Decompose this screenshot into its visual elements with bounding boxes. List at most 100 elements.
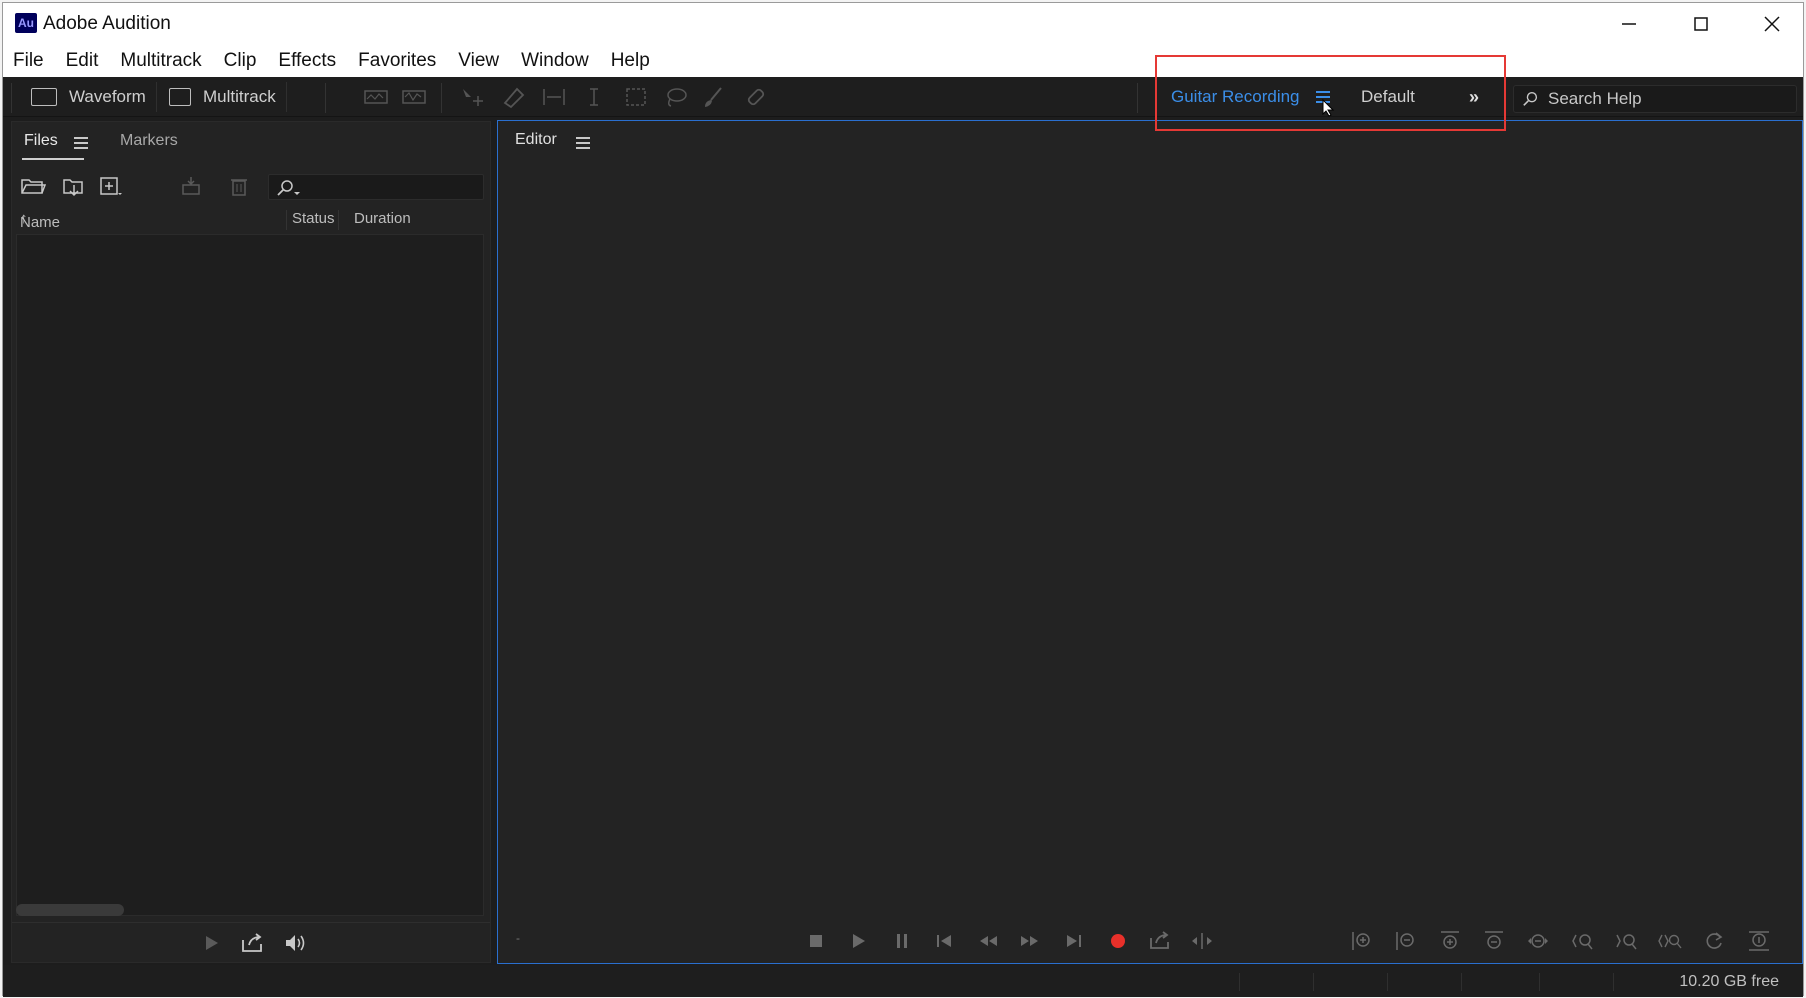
workspace-active-label: Guitar Recording	[1171, 87, 1300, 106]
stop-icon[interactable]	[802, 927, 830, 955]
menu-help[interactable]: Help	[611, 50, 650, 72]
toolbar-divider	[1137, 83, 1138, 113]
menu-file[interactable]: File	[13, 50, 44, 72]
zoom-out-full-icon[interactable]	[1524, 927, 1552, 955]
app-logo: Au	[15, 13, 37, 33]
file-list-header: Name ↑ Status Duration	[12, 206, 490, 232]
zoom-to-selection-end-icon[interactable]	[1612, 927, 1640, 955]
spot-healing-tool-icon[interactable]	[743, 85, 769, 109]
title-bar: Au Adobe Audition	[3, 3, 1803, 45]
play-preview-icon[interactable]	[198, 931, 224, 955]
rewind-icon[interactable]	[974, 927, 1002, 955]
editor-title: Editor	[515, 131, 557, 148]
files-preview-transport	[12, 922, 490, 962]
waveform-label: Waveform	[69, 87, 146, 106]
menu-favorites[interactable]: Favorites	[358, 50, 436, 72]
chevron-double-right-icon: »	[1469, 86, 1480, 107]
zoom-reset-icon[interactable]	[1700, 927, 1728, 955]
toolbar: Waveform Multitrack Guitar Recording Def…	[3, 77, 1803, 117]
close-button[interactable]	[1736, 3, 1806, 45]
disk-free-space: 10.20 GB free	[1679, 973, 1779, 990]
razor-tool-icon[interactable]	[501, 85, 527, 109]
zoom-in-amplitude-icon[interactable]	[1348, 927, 1376, 955]
maximize-button[interactable]	[1665, 3, 1737, 45]
pause-icon[interactable]	[888, 927, 916, 955]
skip-to-start-icon[interactable]	[930, 927, 958, 955]
menu-bar: File Edit Multitrack Clip Effects Favori…	[3, 45, 1803, 77]
app-window: Au Adobe Audition File Edit Multitrack C…	[2, 2, 1804, 997]
multitrack-button[interactable]: Multitrack	[169, 82, 287, 112]
zoom-in-amplitude-full-icon[interactable]	[1744, 927, 1772, 955]
insert-into-multitrack-icon[interactable]	[180, 174, 206, 198]
files-toolbar	[12, 168, 490, 204]
menu-multitrack[interactable]: Multitrack	[120, 50, 201, 72]
column-duration[interactable]: Duration	[354, 210, 411, 227]
minimize-button[interactable]	[1593, 3, 1665, 45]
status-bar: 10.20 GB free	[3, 965, 1803, 997]
minimize-icon	[1622, 23, 1636, 25]
spectral-frequency-icon[interactable]	[363, 85, 389, 109]
close-icon	[1764, 16, 1780, 32]
toolbar-divider	[325, 83, 326, 113]
toolbar-divider	[11, 83, 12, 113]
delete-icon[interactable]	[226, 174, 252, 198]
record-icon[interactable]	[1104, 927, 1132, 955]
slip-tool-icon[interactable]	[541, 85, 567, 109]
tab-markers[interactable]: Markers	[120, 132, 178, 150]
tab-files[interactable]: Files	[24, 132, 58, 150]
loop-playback-icon[interactable]	[1146, 927, 1174, 955]
time-selection-tool-icon[interactable]	[581, 85, 607, 109]
file-list[interactable]	[16, 234, 484, 916]
workspace-default-label: Default	[1361, 87, 1415, 106]
zoom-in-time-icon[interactable]	[1436, 927, 1464, 955]
cursor-icon	[1321, 98, 1335, 117]
import-file-icon[interactable]	[60, 174, 86, 198]
time-display: -	[516, 931, 520, 945]
waveform-button[interactable]: Waveform	[31, 82, 157, 112]
skip-to-end-icon[interactable]	[1060, 927, 1088, 955]
open-file-icon[interactable]	[20, 174, 47, 198]
toolbar-divider	[441, 83, 442, 113]
editor-panel: Editor -	[497, 120, 1803, 964]
fast-forward-icon[interactable]	[1016, 927, 1044, 955]
loop-preview-icon[interactable]	[240, 931, 266, 955]
menu-edit[interactable]: Edit	[66, 50, 99, 72]
editor-panel-menu-icon[interactable]	[576, 137, 590, 149]
menu-clip[interactable]: Clip	[224, 50, 257, 72]
move-tool-icon[interactable]	[459, 85, 485, 109]
menu-window[interactable]: Window	[521, 50, 589, 72]
spectral-pitch-icon[interactable]	[401, 85, 427, 109]
files-panel: Files Markers Name ↑ Status Duration	[11, 121, 491, 963]
multitrack-label: Multitrack	[203, 87, 276, 106]
tab-files-underline	[22, 158, 84, 160]
zoom-to-selection-icon[interactable]	[1656, 927, 1684, 955]
marquee-tool-icon[interactable]	[623, 85, 649, 109]
zoom-to-selection-start-icon[interactable]	[1568, 927, 1596, 955]
workspace-guitar-recording[interactable]: Guitar Recording	[1171, 77, 1300, 117]
waveform-icon	[31, 88, 57, 106]
workspace-default[interactable]: Default	[1361, 77, 1415, 117]
multitrack-icon	[169, 88, 191, 106]
search-icon	[1523, 92, 1538, 106]
search-help-field[interactable]: Search Help	[1513, 85, 1797, 113]
horizontal-scrollbar[interactable]	[16, 904, 124, 916]
lasso-tool-icon[interactable]	[663, 85, 689, 109]
search-filter-icon	[277, 180, 300, 196]
menu-view[interactable]: View	[458, 50, 499, 72]
search-help-placeholder: Search Help	[1548, 89, 1642, 108]
play-icon[interactable]	[844, 927, 872, 955]
volume-icon[interactable]	[282, 931, 308, 955]
new-file-icon[interactable]	[98, 174, 124, 198]
brush-tool-icon[interactable]	[701, 85, 727, 109]
editor-transport: -	[498, 921, 1802, 961]
files-search-input[interactable]	[268, 174, 484, 200]
column-name[interactable]: Name ↑	[20, 210, 60, 231]
column-status[interactable]: Status	[292, 210, 335, 227]
app-title: Adobe Audition	[43, 13, 171, 34]
workspace-overflow-button[interactable]: »	[1469, 77, 1479, 117]
zoom-out-time-icon[interactable]	[1480, 927, 1508, 955]
menu-effects[interactable]: Effects	[278, 50, 336, 72]
skip-selection-icon[interactable]	[1188, 927, 1216, 955]
zoom-out-amplitude-icon[interactable]	[1392, 927, 1420, 955]
files-panel-menu-icon[interactable]	[74, 137, 88, 149]
